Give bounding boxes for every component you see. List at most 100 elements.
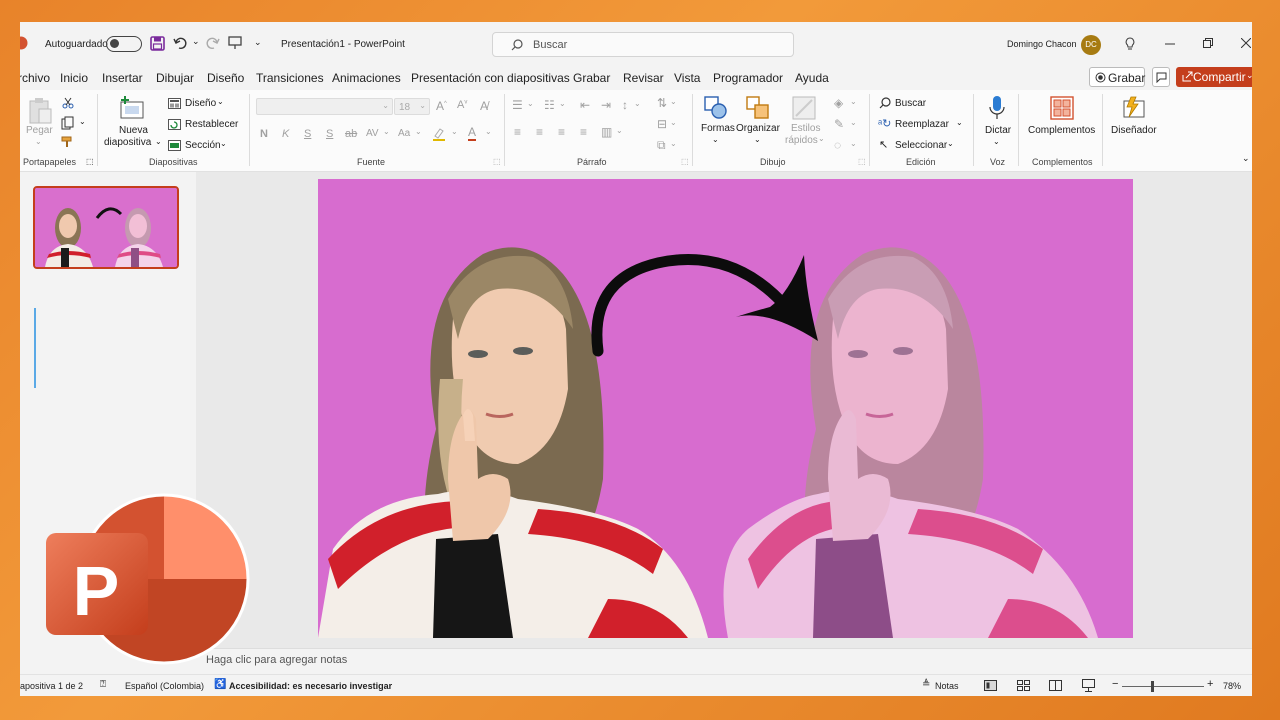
comments-button[interactable] xyxy=(1152,67,1170,87)
arrange-icon[interactable] xyxy=(746,96,770,120)
tab-ayuda[interactable]: Ayuda xyxy=(795,71,829,85)
strikethrough-icon[interactable]: ab xyxy=(345,128,357,140)
line-spacing-icon[interactable]: ↕ xyxy=(622,98,628,112)
slide-editing-area[interactable] xyxy=(196,172,1252,648)
share-button[interactable]: Compartir ⌄ xyxy=(1176,67,1252,87)
tab-transiciones[interactable]: Transiciones xyxy=(256,71,324,85)
addins-icon[interactable] xyxy=(1050,96,1074,120)
addins-label[interactable]: Complementos xyxy=(1028,125,1095,136)
slide-canvas[interactable] xyxy=(318,179,1133,638)
tab-vista[interactable]: Vista xyxy=(674,71,700,85)
paragraph-launcher-icon[interactable]: ⬚ xyxy=(681,157,689,166)
tab-archivo[interactable]: rchivo xyxy=(20,71,50,85)
tab-presentacion[interactable]: Presentación con diapositivas xyxy=(411,71,570,85)
avatar[interactable]: DC xyxy=(1081,35,1101,55)
numbering-dropdown-icon[interactable]: ⌄ xyxy=(559,99,566,108)
bullets-dropdown-icon[interactable]: ⌄ xyxy=(527,99,534,108)
find-icon[interactable] xyxy=(879,97,891,109)
align-text-dropdown-icon[interactable]: ⌄ xyxy=(670,118,677,127)
text-direction-icon[interactable]: ⇅ xyxy=(657,96,667,110)
zoom-slider-thumb[interactable] xyxy=(1151,681,1154,692)
slideshow-icon[interactable] xyxy=(1082,679,1095,692)
tab-programador[interactable]: Programador xyxy=(713,71,783,85)
line-spacing-dropdown-icon[interactable]: ⌄ xyxy=(634,99,641,108)
reset-icon[interactable] xyxy=(168,119,181,130)
copy-icon[interactable] xyxy=(61,116,75,130)
shapes-label[interactable]: Formas xyxy=(701,123,735,134)
section-label[interactable]: Sección xyxy=(185,140,221,151)
quick-styles-dropdown-icon[interactable]: ⌄ xyxy=(818,134,825,143)
undo-dropdown-icon[interactable]: ⌄ xyxy=(192,36,200,47)
autosave-toggle[interactable] xyxy=(106,36,142,52)
designer-label[interactable]: Diseñador xyxy=(1111,125,1157,136)
font-name-box[interactable]: ⌄ xyxy=(256,98,393,115)
paste-icon[interactable] xyxy=(27,97,53,125)
increase-font-icon[interactable]: A^ xyxy=(436,99,447,113)
smartart-dropdown-icon[interactable]: ⌄ xyxy=(670,139,677,148)
font-color-icon[interactable]: A xyxy=(468,126,477,141)
tab-diseno[interactable]: Diseño xyxy=(207,71,244,85)
new-slide-icon[interactable] xyxy=(119,96,147,120)
quick-styles-icon[interactable] xyxy=(792,96,816,120)
normal-view-icon[interactable] xyxy=(984,680,997,691)
section-icon[interactable] xyxy=(168,140,181,151)
paste-label[interactable]: Pegar xyxy=(26,125,53,136)
smartart-icon[interactable]: ⧉ xyxy=(657,138,666,153)
drawing-launcher-icon[interactable]: ⬚ xyxy=(858,157,866,166)
accessibility-icon[interactable]: ♿ xyxy=(214,679,226,690)
record-button[interactable]: Grabar xyxy=(1089,67,1145,87)
shape-outline-dropdown-icon[interactable]: ⌄ xyxy=(850,118,857,127)
reset-label[interactable]: Restablecer xyxy=(185,119,238,130)
shapes-icon[interactable] xyxy=(704,96,728,120)
restore-icon[interactable] xyxy=(1203,38,1213,48)
layout-label[interactable]: Diseño xyxy=(185,98,216,109)
microphone-icon[interactable] xyxy=(989,95,1005,121)
slide-image[interactable] xyxy=(318,179,1133,638)
customize-toolbar-icon[interactable]: ⌄ xyxy=(254,37,262,48)
zoom-out-icon[interactable]: − xyxy=(1112,678,1118,690)
char-spacing-dropdown-icon[interactable]: ⌄ xyxy=(383,127,390,136)
select-icon[interactable]: ↖ xyxy=(879,138,888,151)
replace-dropdown-icon[interactable]: ⌄ xyxy=(956,118,963,127)
shapes-dropdown-icon[interactable]: ⌄ xyxy=(712,135,719,144)
paste-dropdown-icon[interactable]: ⌄ xyxy=(35,137,42,146)
shape-effects-icon[interactable]: ◌ xyxy=(834,138,841,152)
ribbon-collapse-icon[interactable]: ⌄ xyxy=(1242,153,1250,164)
notes-pane[interactable]: Haga clic para agregar notas xyxy=(196,648,1252,674)
undo-icon[interactable] xyxy=(173,36,189,50)
cut-icon[interactable] xyxy=(62,97,74,109)
new-slide-label-2[interactable]: diapositiva xyxy=(104,137,151,148)
shape-fill-dropdown-icon[interactable]: ⌄ xyxy=(850,97,857,106)
lightbulb-icon[interactable] xyxy=(1124,37,1136,51)
align-right-icon[interactable]: ≡ xyxy=(558,125,565,139)
char-spacing-icon[interactable]: AV xyxy=(366,128,379,139)
change-case-icon[interactable]: Aa xyxy=(398,128,410,139)
change-case-dropdown-icon[interactable]: ⌄ xyxy=(415,127,422,136)
designer-icon[interactable] xyxy=(1121,95,1147,121)
decrease-font-icon[interactable]: Av xyxy=(457,99,467,111)
tab-revisar[interactable]: Revisar xyxy=(623,71,664,85)
redo-icon[interactable] xyxy=(204,36,220,50)
layout-dropdown-icon[interactable]: ⌄ xyxy=(217,97,224,106)
spell-check-icon[interactable]: ⍰ xyxy=(100,679,106,690)
clear-format-icon[interactable]: A̸ xyxy=(480,99,488,113)
slide-counter[interactable]: iapositiva 1 de 2 xyxy=(20,681,83,691)
dictate-dropdown-icon[interactable]: ⌄ xyxy=(993,137,1000,146)
quick-styles-label-2[interactable]: rápidos xyxy=(785,135,818,146)
numbering-icon[interactable]: ☷ xyxy=(544,98,555,112)
notes-button[interactable]: Notas xyxy=(935,681,959,691)
font-color-dropdown-icon[interactable]: ⌄ xyxy=(485,127,492,136)
font-size-box[interactable]: 18 ⌄ xyxy=(394,98,430,115)
font-launcher-icon[interactable]: ⬚ xyxy=(493,157,501,166)
justify-icon[interactable]: ≡ xyxy=(580,125,587,139)
zoom-slider[interactable] xyxy=(1122,686,1204,687)
tab-grabar[interactable]: Grabar xyxy=(573,71,610,85)
arrange-dropdown-icon[interactable]: ⌄ xyxy=(754,135,761,144)
dictate-label[interactable]: Dictar xyxy=(985,125,1011,136)
arrange-label[interactable]: Organizar xyxy=(736,123,780,134)
bold-button[interactable]: N xyxy=(260,128,268,140)
slide-sorter-icon[interactable] xyxy=(1017,680,1030,691)
clipboard-launcher-icon[interactable]: ⬚ xyxy=(86,157,94,166)
minimize-icon[interactable] xyxy=(1165,43,1175,45)
align-center-icon[interactable]: ≡ xyxy=(536,125,543,139)
